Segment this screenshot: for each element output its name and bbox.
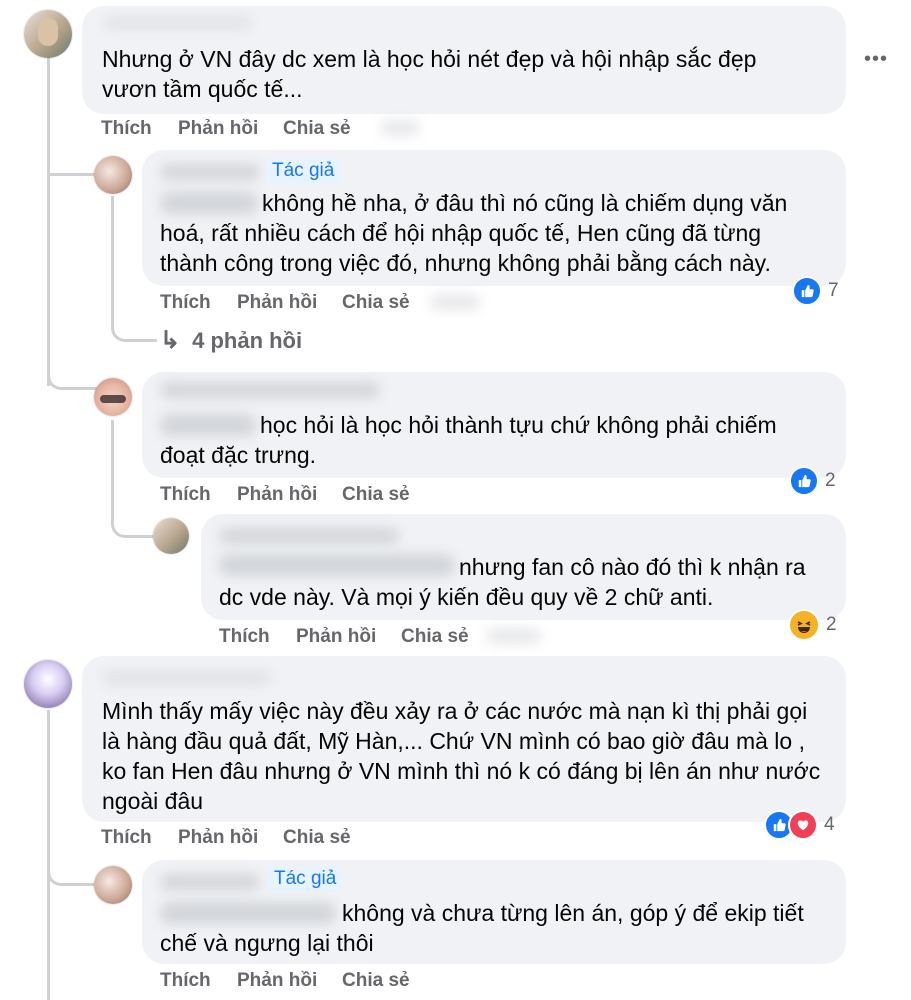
blurred-timestamp	[486, 628, 542, 644]
share-button[interactable]: Chia sẻ	[283, 827, 351, 849]
more-options-icon[interactable]: •••	[864, 48, 888, 71]
blurred-username	[219, 528, 399, 544]
view-replies-link[interactable]: ↳ 4 phản hồi	[160, 326, 302, 355]
thread-connector	[47, 860, 99, 886]
reply-button[interactable]: Phản hồi	[237, 292, 317, 314]
thread-connector	[47, 358, 99, 390]
comment-text: không hề nha, ở đâu thì nó cũng là chiếm…	[262, 190, 788, 216]
comment-bubble: Mình thấy mấy việc này đều xảy ra ở các …	[82, 656, 846, 822]
comment-text: ko fan Hen đâu nhưng ở VN mình thì nó k …	[102, 758, 821, 784]
like-button[interactable]: Thích	[101, 827, 152, 849]
comment-text: Nhưng ở VN đây dc xem là học hỏi nét đẹp…	[102, 46, 757, 72]
thread-connector	[111, 508, 153, 538]
blurred-mention	[160, 192, 258, 214]
blurred-timestamp	[430, 294, 480, 310]
blurred-username	[102, 670, 272, 686]
comment-text: dc vde này. Và mọi ý kiến đều quy về 2 c…	[219, 584, 714, 610]
blurred-timestamp	[380, 120, 420, 136]
comment-bubble: học hỏi là học hỏi thành tựu chứ không p…	[142, 372, 846, 478]
blurred-mention	[160, 414, 256, 436]
comment-text: hoá, rất nhiều cách để hội nhập quốc tế,…	[160, 220, 762, 246]
reaction-count: 2	[825, 470, 836, 491]
reaction-summary[interactable]: 4	[764, 810, 835, 840]
avatar[interactable]	[153, 518, 189, 554]
comment-text: là hàng đầu quả đất, Mỹ Hàn,... Chứ VN m…	[102, 728, 805, 754]
reply-button[interactable]: Phản hồi	[178, 827, 258, 849]
share-button[interactable]: Chia sẻ	[401, 626, 469, 648]
comment-text: vươn tầm quốc tế...	[102, 76, 303, 102]
reaction-count: 7	[828, 280, 839, 301]
reply-button[interactable]: Phản hồi	[296, 626, 376, 648]
like-button[interactable]: Thích	[160, 970, 211, 992]
comment-bubble: Nhưng ở VN đây dc xem là học hỏi nét đẹp…	[82, 6, 846, 114]
reply-button[interactable]: Phản hồi	[178, 118, 258, 140]
haha-icon	[788, 609, 820, 641]
blurred-username	[160, 382, 380, 398]
reply-button[interactable]: Phản hồi	[237, 484, 317, 506]
reaction-count: 4	[824, 814, 835, 835]
comment-text: chế và ngưng lại thôi	[160, 930, 374, 956]
share-button[interactable]: Chia sẻ	[283, 118, 351, 140]
reply-button[interactable]: Phản hồi	[237, 970, 317, 992]
love-icon	[788, 810, 818, 840]
reaction-summary[interactable]: 2	[788, 609, 837, 641]
author-badge: Tác giả	[268, 866, 343, 892]
blurred-username	[102, 16, 252, 30]
comment-text: ngoài đâu	[102, 788, 204, 814]
blurred-username	[160, 164, 260, 180]
author-badge: Tác giả	[266, 158, 341, 184]
avatar[interactable]	[94, 378, 132, 416]
comment-text: nhưng fan cô nào đó thì k nhận ra	[459, 554, 806, 580]
reaction-summary[interactable]: 2	[789, 466, 836, 496]
like-button[interactable]: Thích	[101, 118, 152, 140]
comment-bubble: Tác giả không và chưa từng lên án, góp ý…	[142, 860, 846, 964]
blurred-mention	[219, 554, 455, 576]
comment-text: học hỏi là học hỏi thành tựu chứ không p…	[260, 412, 777, 438]
comment-text: Mình thấy mấy việc này đều xảy ra ở các …	[102, 698, 808, 724]
blurred-username	[160, 874, 260, 890]
avatar[interactable]	[24, 660, 72, 708]
reaction-count: 2	[826, 614, 837, 635]
like-icon	[792, 276, 822, 306]
blurred-mention	[160, 902, 336, 924]
view-replies-label: 4 phản hồi	[192, 327, 303, 353]
thread-line	[47, 710, 50, 1000]
comment-bubble: Tác giả không hề nha, ở đâu thì nó cũng …	[142, 150, 846, 286]
avatar[interactable]	[94, 866, 132, 904]
thread-line	[111, 196, 114, 326]
share-button[interactable]: Chia sẻ	[342, 970, 410, 992]
avatar[interactable]	[24, 10, 72, 58]
comment-bubble: nhưng fan cô nào đó thì k nhận ra dc vde…	[201, 514, 846, 620]
like-button[interactable]: Thích	[160, 484, 211, 506]
share-button[interactable]: Chia sẻ	[342, 292, 410, 314]
like-button[interactable]: Thích	[219, 626, 270, 648]
comment-text: đoạt đặc trưng.	[160, 442, 317, 468]
like-button[interactable]: Thích	[160, 292, 211, 314]
comment-text: không và chưa từng lên án, góp ý để ekip…	[342, 900, 804, 926]
reaction-summary[interactable]: 7	[792, 276, 839, 306]
comment-text: thành công trong việc đó, nhưng không ph…	[160, 250, 771, 276]
thread-line	[47, 58, 50, 386]
avatar[interactable]	[94, 156, 132, 194]
thread-connector	[111, 310, 157, 342]
like-icon	[789, 466, 819, 496]
thread-connector	[47, 150, 99, 176]
thread-line	[111, 420, 114, 520]
share-button[interactable]: Chia sẻ	[342, 484, 410, 506]
reply-arrow-icon: ↳	[160, 327, 181, 354]
